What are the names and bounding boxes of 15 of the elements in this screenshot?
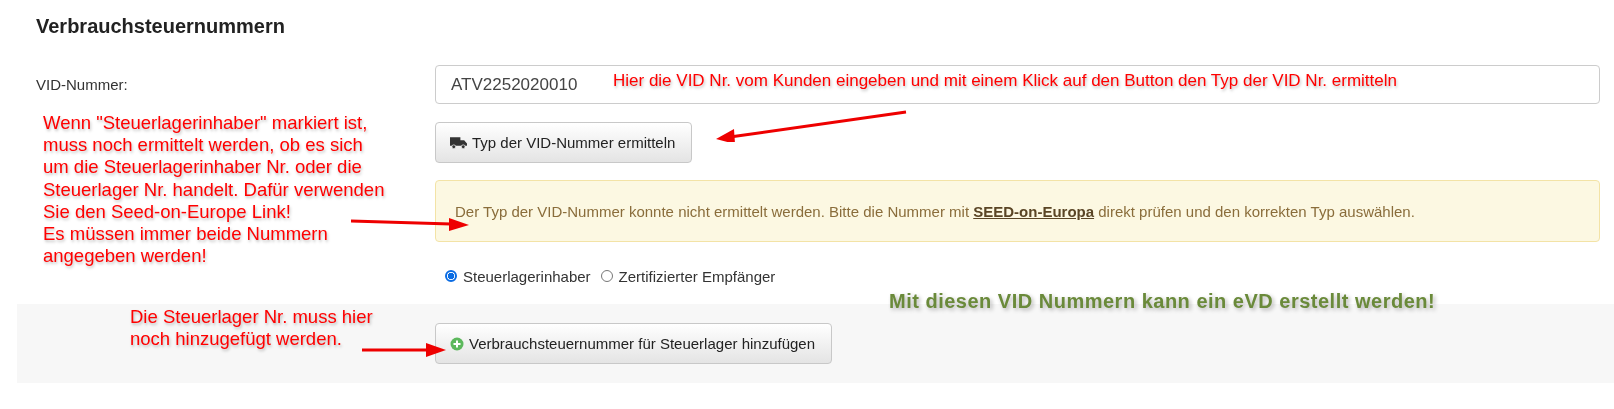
radio-button[interactable] bbox=[445, 270, 457, 282]
annotation-text: Mit diesen VID Nummern kann ein eVD erstellt werden! bbox=[889, 289, 1436, 313]
alert-message: Der Typ der VID-Nummer konnte nicht ermittelt werden. Bitte die Nummer mit SEED-on-Europa direkt prüfen und den korrekten Typ auswählen. bbox=[455, 202, 1415, 220]
add-button[interactable]: Verbrauchsteuernummer für Steuerlager hinzufügen bbox=[435, 323, 833, 364]
annotation-text: Wenn "Steuerlagerinhaber" markiert ist, muss noch ermittelt werden, ob es sich um die Steuerlagerinhaber Nr. oder die Steuerlager Nr. handelt. Dafür verwenden Sie den Seed-on-Europe Link! Es müssen immer beide Nummern angegeben werden! bbox=[43, 112, 385, 268]
radio-label: Steuerlagerinhaber bbox=[463, 267, 591, 285]
field-label: VID-Nummer: bbox=[35, 76, 129, 93]
radio-label: Zertifizierter Empfänger bbox=[618, 267, 776, 285]
lookup-button[interactable]: Typ der VID-Nummer ermitteln bbox=[435, 122, 693, 163]
seed-link[interactable]: SEED-on-Europa bbox=[973, 202, 1095, 220]
section-title: Verbrauchsteuernummern bbox=[35, 14, 286, 39]
plus-icon bbox=[450, 336, 464, 351]
truck-icon bbox=[450, 136, 467, 149]
annotation-text: Hier die VID Nr. vom Kunden eingeben und mit einem Klick auf den Button den Typ der VID Nr. ermitteln bbox=[613, 71, 1397, 92]
annotation-text: Die Steuerlager Nr. muss hier noch hinzugefügt werden. bbox=[130, 306, 373, 351]
